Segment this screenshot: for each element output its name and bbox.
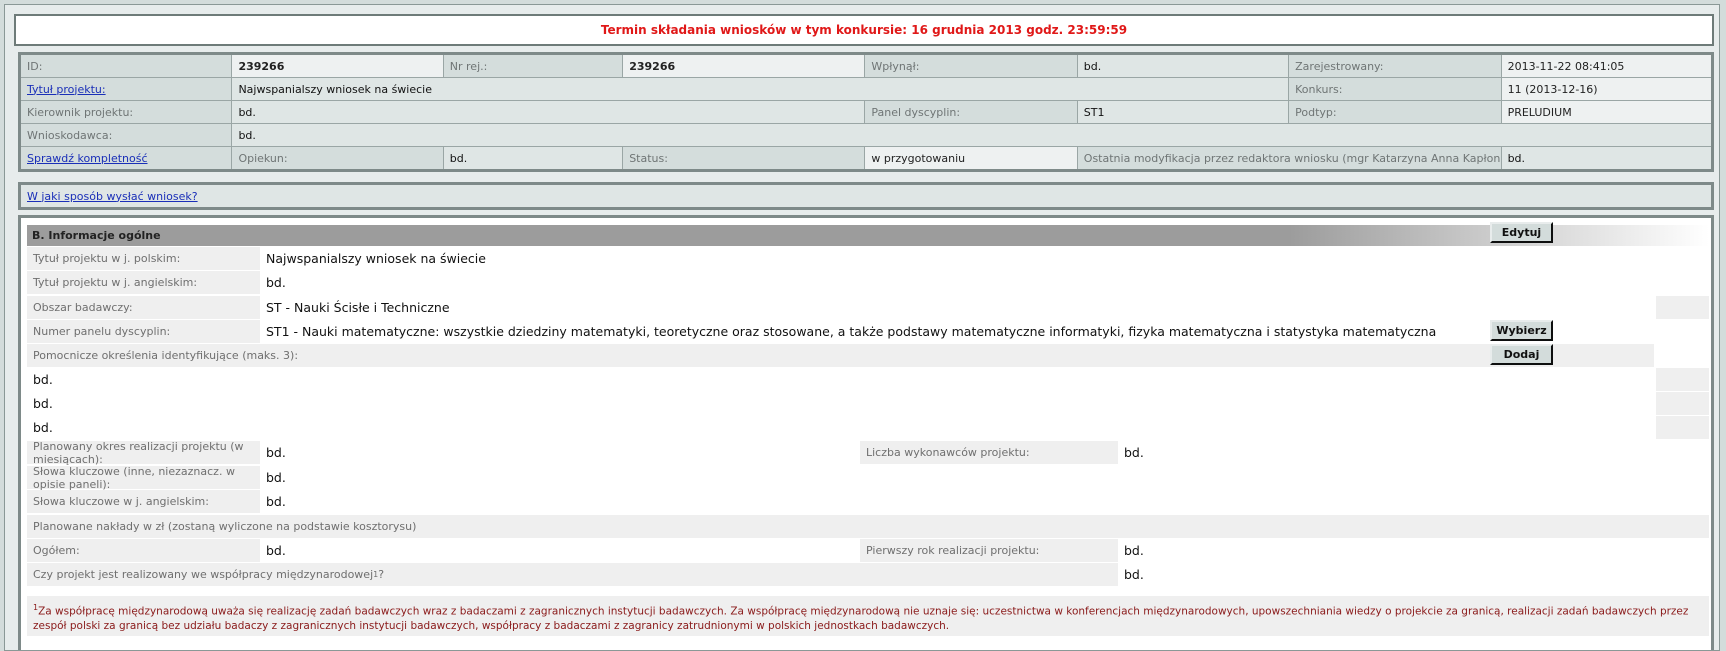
slowa-en-label: Słowa kluczowe w j. angielskim: — [27, 490, 260, 513]
tytul-en-value: bd. — [260, 271, 1709, 294]
liczba-value: bd. — [1118, 441, 1709, 464]
pomocnicze-action-cell — [1656, 416, 1709, 439]
tytul-pl-value: Najwspanialszy wniosek na świecie — [260, 247, 1709, 270]
obszar-value: ST - Nauki Ścisłe i Techniczne — [260, 296, 1654, 319]
pomocnicze-item: bd. — [27, 416, 1654, 439]
section-header: B. Informacje ogólne — [27, 225, 1709, 246]
kierownik-value: bd. — [231, 100, 866, 124]
footnote: 1Za współpracę międzynarodową uważa się … — [27, 596, 1709, 636]
project-title-link[interactable]: Tytuł projektu: — [27, 83, 106, 96]
konkurs-label: Konkurs: — [1288, 77, 1502, 101]
wspolpraca-label-text: Czy projekt jest realizowany we współpra… — [33, 568, 374, 581]
deadline-banner: Termin składania wniosków w tym konkursi… — [14, 14, 1714, 46]
kierownik-label: Kierownik projektu: — [18, 100, 233, 124]
liczba-label: Liczba wykonawców projektu: — [860, 441, 1118, 464]
wnioskodawca-label: Wnioskodawca: — [18, 123, 233, 147]
how-to-send-link[interactable]: W jaki sposób wysłać wniosek? — [27, 190, 198, 203]
opiekun-value: bd. — [442, 146, 624, 171]
naklady-label: Planowane nakłady w zł (zostaną wyliczon… — [27, 515, 1709, 538]
tytul-pl-label: Tytuł projektu w j. polskim: — [27, 247, 260, 270]
wplynal-value: bd. — [1076, 53, 1290, 78]
footnote-text: Za współpracę międzynarodową uważa się r… — [33, 605, 1689, 632]
wspolpraca-label: Czy projekt jest realizowany we współpra… — [27, 563, 1118, 586]
nrrej-value: 239266 — [622, 53, 866, 78]
slowa-value: bd. — [260, 466, 1709, 489]
wplynal-label: Wpłynął: — [864, 53, 1078, 78]
nrrej-label: Nr rej.: — [442, 53, 624, 78]
zarejestrowany-value: 2013-11-22 08:41:05 — [1500, 53, 1714, 78]
id-value: 239266 — [231, 53, 444, 78]
how-to-send-box: W jaki sposób wysłać wniosek? — [18, 182, 1714, 210]
ogolem-label: Ogółem: — [27, 539, 260, 562]
wspolpraca-value: bd. — [1118, 563, 1709, 586]
general-info-section: B. Informacje ogólne Edytuj Tytuł projek… — [18, 215, 1714, 650]
choose-panel-button[interactable]: Wybierz — [1490, 320, 1553, 341]
zarejestrowany-label: Zarejestrowany: — [1288, 53, 1502, 78]
wnioskodawca-value: bd. — [231, 123, 1713, 147]
pierwszy-rok-label: Pierwszy rok realizacji projektu: — [860, 539, 1118, 562]
opiekun-label: Opiekun: — [231, 146, 444, 171]
pomocnicze-action-cell — [1656, 368, 1709, 391]
panel-label: Panel dyscyplin: — [864, 100, 1078, 124]
konkurs-value: 11 (2013-12-16) — [1500, 77, 1714, 101]
check-completeness-link[interactable]: Sprawdź kompletność — [27, 152, 148, 165]
numer-panelu-value: ST1 - Nauki matematyczne: wszystkie dzie… — [260, 320, 1654, 343]
pomocnicze-item: bd. — [27, 392, 1654, 415]
status-value: w przygotowaniu — [864, 146, 1078, 171]
okres-value: bd. — [260, 441, 860, 464]
obszar-label: Obszar badawczy: — [27, 296, 260, 319]
slowa-label: Słowa kluczowe (inne, niezaznacz. w opis… — [27, 465, 260, 491]
ostatnia-value: bd. — [1500, 146, 1714, 171]
pomocnicze-action-cell — [1656, 392, 1709, 415]
pomocnicze-item: bd. — [27, 368, 1654, 391]
id-label: ID: — [18, 53, 233, 78]
edit-button[interactable]: Edytuj — [1490, 222, 1553, 243]
status-label: Status: — [622, 146, 866, 171]
ostatnia-label: Ostatnia modyfikacja przez redaktora wni… — [1076, 146, 1502, 171]
wspolpraca-question-mark: ? — [378, 568, 385, 581]
pomocnicze-label: Pomocnicze określenia identyfikujące (ma… — [27, 344, 1654, 367]
podtyp-value: PRELUDIUM — [1500, 100, 1714, 124]
slowa-en-value: bd. — [260, 490, 1709, 513]
obszar-action-cell — [1656, 296, 1709, 319]
numer-panelu-label: Numer panelu dyscyplin: — [27, 320, 260, 343]
panel-value: ST1 — [1076, 100, 1290, 124]
podtyp-label: Podtyp: — [1288, 100, 1502, 124]
add-identifier-button[interactable]: Dodaj — [1490, 344, 1553, 365]
okres-label: Planowany okres realizacji projektu (w m… — [27, 440, 260, 466]
ogolem-value: bd. — [260, 539, 860, 562]
pierwszy-rok-value: bd. — [1118, 539, 1709, 562]
sprawdz-cell: Sprawdź kompletność — [18, 146, 233, 171]
tytul-en-label: Tytuł projektu w j. angielskim: — [27, 271, 260, 294]
project-title-value: Najwspanialszy wniosek na świecie — [231, 77, 1290, 101]
tytul-cell: Tytuł projektu: — [18, 77, 233, 101]
application-info-table: ID: 239266 Nr rej.: 239266 Wpłynął: bd. … — [18, 52, 1714, 172]
